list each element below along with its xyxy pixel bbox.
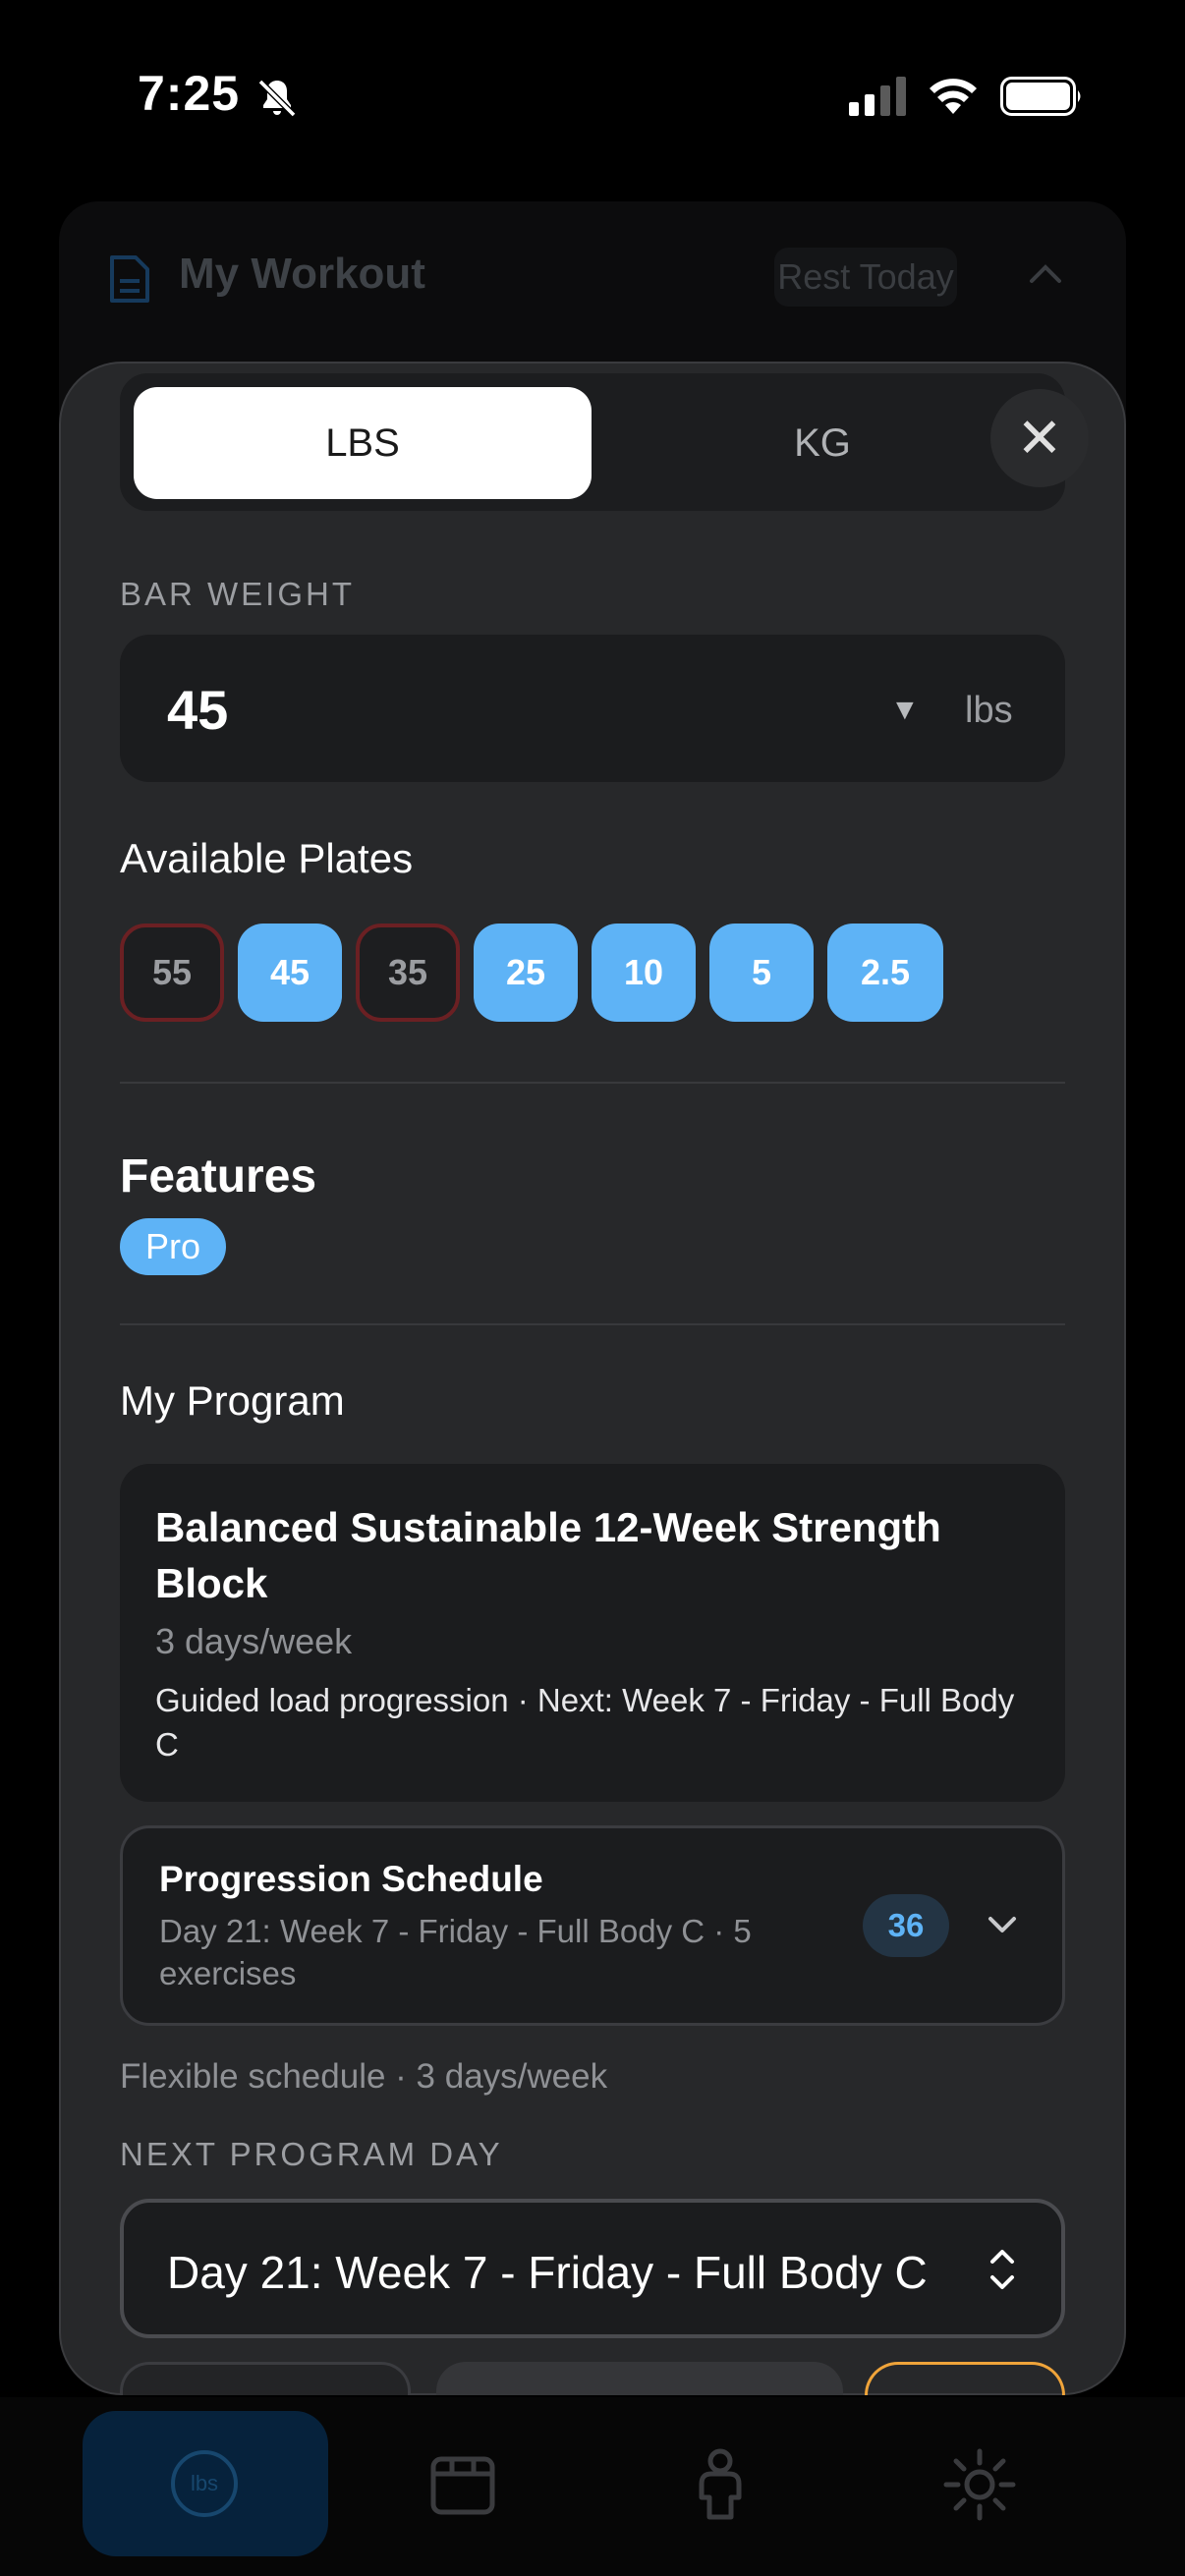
my-program-title: My Program [120,1377,345,1424]
peek-button-secondary[interactable] [120,2362,411,2395]
cellular-signal-icon [849,77,906,116]
unit-option-kg[interactable]: KG [593,387,1051,499]
features-title: Features [120,1150,317,1203]
sun-icon[interactable] [943,2448,1016,2521]
chevron-up-icon [1030,264,1061,283]
program-frequency: 3 days/week [155,1621,353,1661]
close-button[interactable]: ✕ [990,389,1089,487]
chevron-down-icon[interactable] [983,1910,1022,1939]
divider [120,1323,1065,1325]
next-program-day-label: NEXT PROGRAM DAY [120,2136,503,2172]
program-name: Balanced Sustainable 12-Week Strength Bl… [155,1504,941,1606]
person-icon[interactable] [694,2448,747,2521]
available-plates-title: Available Plates [120,835,414,881]
document-icon [110,255,149,303]
peek-button-primary[interactable] [436,2362,843,2395]
bar-weight-label: BAR WEIGHT [120,576,356,612]
divider [120,1082,1065,1084]
bar-weight-select[interactable] [120,635,1065,782]
bar-weight-value: 45 [167,679,229,741]
wifi-icon [930,79,977,114]
calendar-icon[interactable] [430,2456,495,2515]
battery-icon [1000,77,1081,116]
unit-option-lbs[interactable]: LBS [134,387,592,499]
plate-chip-45[interactable]: 45 [238,924,342,1022]
status-time: 7:25 [138,66,241,121]
plate-calculator-icon: lbs [171,2450,238,2517]
schedule-subtitle: Day 21: Week 7 - Friday - Full Body C · … [159,1913,752,1991]
program-guided-text: Guided load progression · Next: Week 7 -… [155,1682,1015,1763]
plate-chip-25[interactable]: 25 [474,924,578,1022]
workout-title: My Workout [179,250,425,298]
chevron-up-down-icon [990,2250,1014,2289]
plate-chip-55[interactable]: 55 [120,924,224,1022]
dropdown-arrow-icon: ▼ [890,694,920,726]
close-icon: ✕ [1016,407,1063,469]
bell-slash-icon [257,79,297,118]
plate-chip-35[interactable]: 35 [356,924,460,1022]
plate-chip-5[interactable]: 5 [709,924,814,1022]
pro-badge: Pro [120,1218,226,1275]
plate-chip-2-5[interactable]: 2.5 [827,924,943,1022]
schedule-title: Progression Schedule [159,1859,543,1899]
bar-weight-unit: lbs [965,690,1013,731]
next-program-day-value: Day 21: Week 7 - Friday - Full Body C [167,2247,928,2298]
schedule-count-badge: 36 [863,1894,949,1957]
flexible-schedule-text: Flexible schedule · 3 days/week [120,2057,608,2096]
plate-chip-10[interactable]: 10 [592,924,696,1022]
peek-button-outline[interactable] [865,2362,1065,2395]
rest-today-badge: Rest Today [774,248,957,307]
